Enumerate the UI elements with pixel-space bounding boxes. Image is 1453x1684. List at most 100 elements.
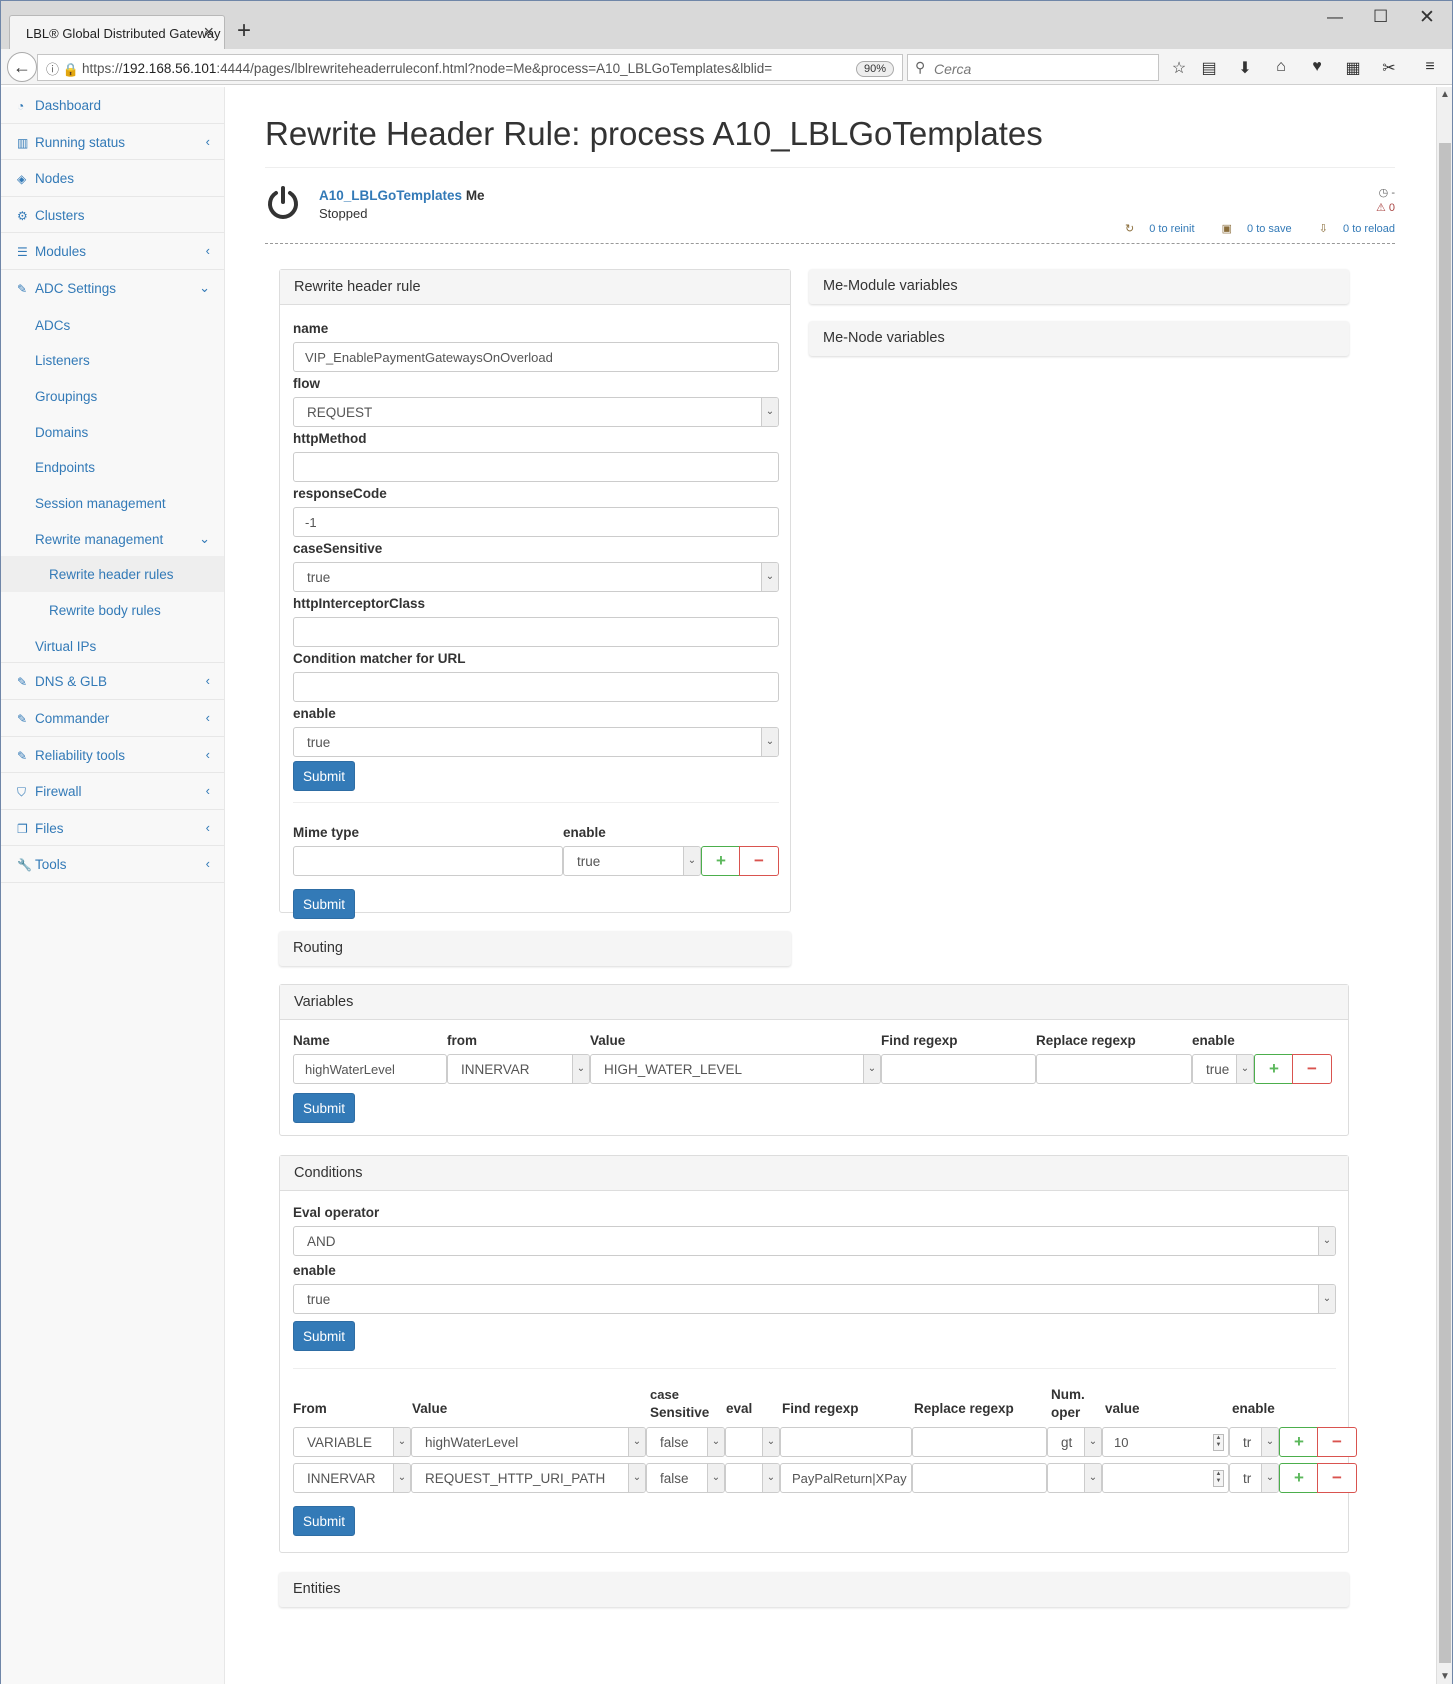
maximize-icon[interactable]: ☐ [1373, 7, 1388, 27]
browser-tab[interactable]: LBL® Global Distributed Gateway × [9, 15, 225, 49]
add-condition-button[interactable]: + [1279, 1427, 1319, 1457]
sidebar-item-endpoints[interactable]: Endpoints [1, 449, 224, 485]
close-tab-icon[interactable]: × [203, 22, 214, 43]
entities-panel[interactable]: Entities [279, 1572, 1349, 1608]
url-bar[interactable]: ⓘ 🔒 https://192.168.56.101:4444/pages/lb… [37, 54, 903, 81]
condition-replace-input[interactable] [912, 1463, 1047, 1493]
mime-submit-button[interactable]: Submit [293, 889, 355, 919]
variable-enable-select[interactable]: true ⌄ [1192, 1054, 1254, 1084]
enable-select[interactable]: true ⌄ [293, 727, 779, 757]
sidebar-item-adcs[interactable]: ADCs [1, 307, 224, 343]
menu-icon[interactable]: ≡ [1419, 58, 1441, 76]
reinit-link[interactable]: ↻ 0 to reinit [1113, 223, 1195, 235]
scrollbar-thumb[interactable] [1439, 143, 1451, 1663]
sidebar-item-firewall[interactable]: ⛉ Firewall ‹ [1, 773, 224, 810]
condition-value-select[interactable]: REQUEST_HTTP_URI_PATH ⌄ [411, 1463, 646, 1493]
sidebar-item-reliability-tools[interactable]: ✎ Reliability tools ‹ [1, 737, 224, 774]
page-scrollbar[interactable]: ▲ ▼ [1436, 87, 1452, 1684]
mime-type-input[interactable] [293, 846, 563, 876]
home-icon[interactable]: ⌂ [1270, 58, 1292, 76]
condition-eval-select[interactable]: ⌄ [725, 1463, 780, 1493]
download-icon[interactable]: ⬇ [1234, 58, 1256, 78]
sidebar-item-commander[interactable]: ✎ Commander ‹ [1, 700, 224, 737]
sidebar-item-clusters[interactable]: ⚙ Clusters [1, 197, 224, 234]
condition-matcher-input[interactable] [293, 672, 779, 702]
variable-replace-input[interactable] [1036, 1054, 1192, 1084]
conditions-submit-button[interactable]: Submit [293, 1321, 355, 1351]
condition-find-input[interactable] [780, 1427, 912, 1457]
reload-link[interactable]: ⇩ 0 to reload [1307, 223, 1395, 235]
search-input[interactable]: ⚲ Cerca [907, 54, 1159, 81]
condition-value-input[interactable]: ▲ ▼ [1102, 1463, 1229, 1493]
power-icon[interactable] [265, 185, 301, 221]
responsecode-input[interactable]: -1 [293, 507, 779, 537]
sidebar-item-nodes[interactable]: ◈ Nodes [1, 160, 224, 197]
spinner-icon[interactable]: ▲ ▼ [1213, 1470, 1224, 1487]
condition-find-input[interactable]: PayPalReturn|XPay [780, 1463, 912, 1493]
condition-enable-select[interactable]: tr ⌄ [1229, 1427, 1279, 1457]
httpmethod-input[interactable] [293, 452, 779, 482]
condition-case-select[interactable]: false ⌄ [646, 1427, 725, 1457]
pocket-icon[interactable]: ♥ [1306, 58, 1328, 76]
variable-find-input[interactable] [881, 1054, 1036, 1084]
sidebar-item-running-status[interactable]: ▥ Running status ‹ [1, 124, 224, 161]
condition-num-oper-select[interactable]: ⌄ [1047, 1463, 1102, 1493]
sidebar-item-session-management[interactable]: Session management [1, 485, 224, 521]
screenshot-icon[interactable]: ✂ [1378, 58, 1400, 78]
reading-list-icon[interactable]: ▤ [1198, 58, 1220, 78]
sidebar-item-rewrite-management[interactable]: Rewrite management ⌄ [1, 521, 224, 557]
name-input[interactable]: VIP_EnablePaymentGatewaysOnOverload [293, 342, 779, 372]
sidebar-item-files[interactable]: ❐ Files ‹ [1, 810, 224, 847]
save-link[interactable]: ▣ 0 to save [1210, 223, 1292, 235]
add-condition-button[interactable]: + [1279, 1463, 1319, 1493]
sidebar-item-rewrite-body-rules[interactable]: Rewrite body rules [1, 592, 224, 628]
routing-panel[interactable]: Routing [279, 931, 791, 967]
condition-num-oper-select[interactable]: gt ⌄ [1047, 1427, 1102, 1457]
back-arrow-icon[interactable]: ← [7, 52, 37, 82]
sidebar-item-virtual-ips[interactable]: Virtual IPs [1, 628, 224, 664]
condition-from-select[interactable]: INNERVAR ⌄ [293, 1463, 411, 1493]
scroll-down-icon[interactable]: ▼ [1440, 1671, 1450, 1682]
remove-mime-button[interactable]: − [739, 846, 779, 876]
interceptor-input[interactable] [293, 617, 779, 647]
variable-value-select[interactable]: HIGH_WATER_LEVEL ⌄ [590, 1054, 881, 1084]
add-variable-button[interactable]: + [1254, 1054, 1294, 1084]
variable-from-select[interactable]: INNERVAR ⌄ [447, 1054, 590, 1084]
condition-rows-submit-button[interactable]: Submit [293, 1506, 355, 1536]
sidebar-item-adc-settings[interactable]: ✎ ADC Settings ⌄ [1, 270, 224, 307]
condition-replace-input[interactable] [912, 1427, 1047, 1457]
scroll-up-icon[interactable]: ▲ [1440, 89, 1450, 100]
sidebar-item-groupings[interactable]: Groupings [1, 378, 224, 414]
sidebar-item-modules[interactable]: ☰ Modules ‹ [1, 233, 224, 270]
condition-case-select[interactable]: false ⌄ [646, 1463, 725, 1493]
bookmark-star-icon[interactable]: ☆ [1168, 58, 1190, 78]
module-variables-panel[interactable]: Me-Module variables [809, 269, 1349, 305]
conditions-enable-select[interactable]: true ⌄ [293, 1284, 1336, 1314]
add-mime-button[interactable]: + [701, 846, 741, 876]
remove-variable-button[interactable]: − [1292, 1054, 1332, 1084]
zoom-badge[interactable]: 90% [856, 61, 894, 77]
condition-value-select[interactable]: highWaterLevel ⌄ [411, 1427, 646, 1457]
condition-enable-select[interactable]: tr ⌄ [1229, 1463, 1279, 1493]
sidebar-item-tools[interactable]: 🔧 Tools ‹ [1, 846, 224, 883]
condition-eval-select[interactable]: ⌄ [725, 1427, 780, 1457]
remove-condition-button[interactable]: − [1317, 1427, 1357, 1457]
condition-value-input[interactable]: 10 ▲ ▼ [1102, 1427, 1229, 1457]
close-window-icon[interactable]: ✕ [1419, 6, 1435, 29]
casesensitive-select[interactable]: true ⌄ [293, 562, 779, 592]
remove-condition-button[interactable]: − [1317, 1463, 1357, 1493]
sidebar-item-rewrite-header-rules[interactable]: Rewrite header rules [1, 556, 224, 593]
new-tab-icon[interactable]: + [237, 17, 251, 45]
sidebar-item-listeners[interactable]: Listeners [1, 342, 224, 378]
variables-submit-button[interactable]: Submit [293, 1093, 355, 1123]
sidebar-item-dns-glb[interactable]: ✎ DNS & GLB ‹ [1, 663, 224, 701]
sidebar-item-dashboard[interactable]: ◔ Dashboard [1, 87, 224, 124]
minimize-icon[interactable]: — [1327, 9, 1343, 27]
spinner-icon[interactable]: ▲ ▼ [1213, 1434, 1224, 1451]
mime-enable-select[interactable]: true ⌄ [563, 846, 701, 876]
eval-operator-select[interactable]: AND ⌄ [293, 1226, 1336, 1256]
node-variables-panel[interactable]: Me-Node variables [809, 321, 1349, 357]
variable-name-input[interactable]: highWaterLevel [293, 1054, 447, 1084]
rule-submit-button[interactable]: Submit [293, 761, 355, 791]
condition-from-select[interactable]: VARIABLE ⌄ [293, 1427, 411, 1457]
